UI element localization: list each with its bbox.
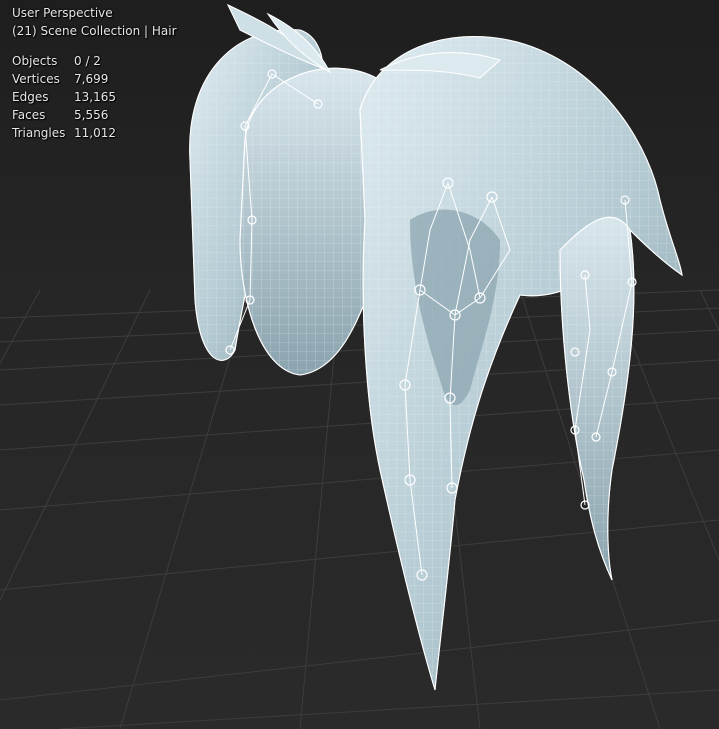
stat-value: 13,165 bbox=[74, 90, 116, 104]
3d-viewport[interactable]: User Perspective (21) Scene Collection |… bbox=[0, 0, 719, 729]
stat-row-faces: Faces 5,556 bbox=[12, 106, 177, 124]
stat-row-triangles: Triangles 11,012 bbox=[12, 124, 177, 142]
stat-label: Faces bbox=[12, 108, 46, 122]
viewport-overlay-text: User Perspective (21) Scene Collection |… bbox=[12, 4, 177, 142]
stat-label: Edges bbox=[12, 90, 49, 104]
stat-row-edges: Edges 13,165 bbox=[12, 88, 177, 106]
view-name: User Perspective bbox=[12, 6, 113, 20]
stat-value: 5,556 bbox=[74, 108, 109, 122]
stat-row-objects: Objects 0 / 2 bbox=[12, 52, 177, 70]
hair-mesh[interactable] bbox=[189, 3, 683, 691]
stat-label: Objects bbox=[12, 54, 58, 68]
stat-value: 11,012 bbox=[74, 126, 116, 140]
stat-value: 0 / 2 bbox=[74, 54, 101, 68]
stat-label: Vertices bbox=[12, 72, 60, 86]
collection-label: (21) Scene Collection | Hair bbox=[12, 24, 177, 38]
stat-label: Triangles bbox=[12, 126, 66, 140]
stat-value: 7,699 bbox=[74, 72, 109, 86]
stat-row-vertices: Vertices 7,699 bbox=[12, 70, 177, 88]
statistics-panel: Objects 0 / 2 Vertices 7,699 Edges 13,16… bbox=[12, 52, 177, 142]
